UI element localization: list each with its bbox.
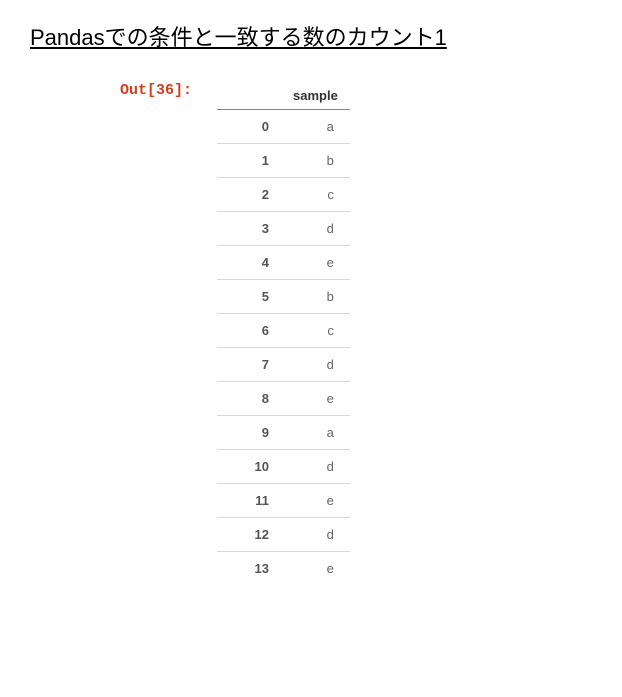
table-row: 5 b [217, 280, 350, 314]
table-row: 7 d [217, 348, 350, 382]
cell-sample: d [281, 450, 350, 484]
table-row: 13 e [217, 552, 350, 586]
table-row: 1 b [217, 144, 350, 178]
table-row: 8 e [217, 382, 350, 416]
table-row: 0 a [217, 110, 350, 144]
cell-sample: c [281, 178, 350, 212]
cell-sample: e [281, 246, 350, 280]
table-header-row: sample [217, 82, 350, 110]
cell-sample: d [281, 212, 350, 246]
row-index: 7 [217, 348, 281, 382]
row-index: 6 [217, 314, 281, 348]
cell-sample: c [281, 314, 350, 348]
cell-sample: b [281, 280, 350, 314]
output-container: Out[36]: sample 0 a 1 b 2 c 3 d [120, 82, 592, 585]
row-index: 11 [217, 484, 281, 518]
cell-sample: e [281, 552, 350, 586]
row-index: 9 [217, 416, 281, 450]
table-row: 11 e [217, 484, 350, 518]
cell-sample: e [281, 382, 350, 416]
table-row: 9 a [217, 416, 350, 450]
table-row: 4 e [217, 246, 350, 280]
cell-sample: a [281, 110, 350, 144]
row-index: 1 [217, 144, 281, 178]
output-prompt-label: Out[36]: [120, 82, 192, 99]
row-index: 3 [217, 212, 281, 246]
cell-sample: e [281, 484, 350, 518]
cell-sample: d [281, 348, 350, 382]
cell-sample: a [281, 416, 350, 450]
table-row: 6 c [217, 314, 350, 348]
row-index: 5 [217, 280, 281, 314]
cell-sample: d [281, 518, 350, 552]
row-index: 8 [217, 382, 281, 416]
page-title: Pandasでの条件と一致する数のカウント1 [30, 20, 592, 52]
row-index: 10 [217, 450, 281, 484]
dataframe-table: sample 0 a 1 b 2 c 3 d 4 e [217, 82, 350, 585]
cell-sample: b [281, 144, 350, 178]
row-index: 13 [217, 552, 281, 586]
column-header-sample: sample [281, 82, 350, 110]
index-header [217, 82, 281, 110]
row-index: 4 [217, 246, 281, 280]
table-row: 10 d [217, 450, 350, 484]
table-row: 3 d [217, 212, 350, 246]
table-row: 12 d [217, 518, 350, 552]
row-index: 12 [217, 518, 281, 552]
row-index: 2 [217, 178, 281, 212]
table-row: 2 c [217, 178, 350, 212]
row-index: 0 [217, 110, 281, 144]
